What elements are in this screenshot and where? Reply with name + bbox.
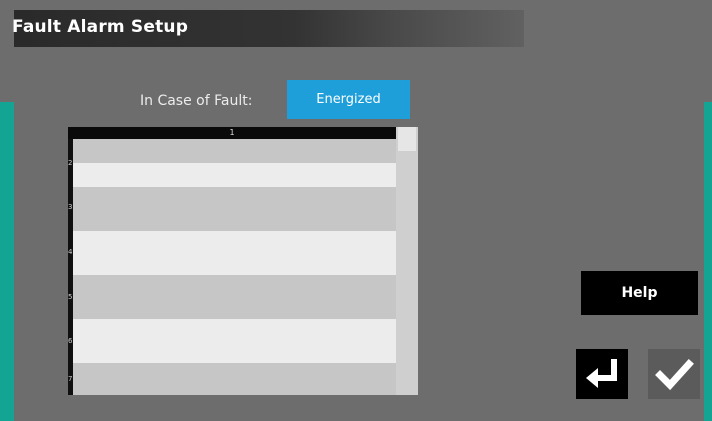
table-row[interactable] — [73, 139, 396, 163]
row-index-label: 2 — [68, 159, 73, 167]
row-index-column: 1 2 3 4 5 6 7 — [68, 127, 73, 395]
table-row[interactable] — [73, 231, 396, 275]
data-table: 1 2 3 4 5 6 7 1 — [68, 127, 418, 395]
right-accent-strip — [704, 102, 712, 421]
row-index-label: 3 — [68, 203, 73, 211]
table-row[interactable] — [73, 363, 396, 395]
table-column-header: 1 — [68, 127, 396, 139]
table-row[interactable] — [73, 319, 396, 363]
row-index-label: 4 — [68, 248, 73, 256]
page-title: Fault Alarm Setup — [12, 17, 189, 37]
table-row[interactable] — [73, 187, 396, 231]
fault-mode-button[interactable]: Energized — [287, 80, 410, 119]
row-index-label: 7 — [68, 375, 73, 383]
enter-button[interactable] — [576, 349, 628, 399]
fault-mode-label: In Case of Fault: — [140, 93, 253, 109]
table-scrollbar[interactable] — [396, 127, 418, 395]
row-index-label: 6 — [68, 337, 73, 345]
scrollbar-thumb[interactable] — [398, 127, 416, 151]
help-button[interactable]: Help — [581, 271, 698, 315]
table-row[interactable] — [73, 275, 396, 319]
ok-button[interactable] — [648, 349, 700, 399]
title-bar: Fault Alarm Setup — [12, 10, 524, 47]
left-accent-strip — [0, 102, 14, 421]
table-row[interactable] — [73, 163, 396, 187]
row-index-label: 5 — [68, 293, 73, 301]
